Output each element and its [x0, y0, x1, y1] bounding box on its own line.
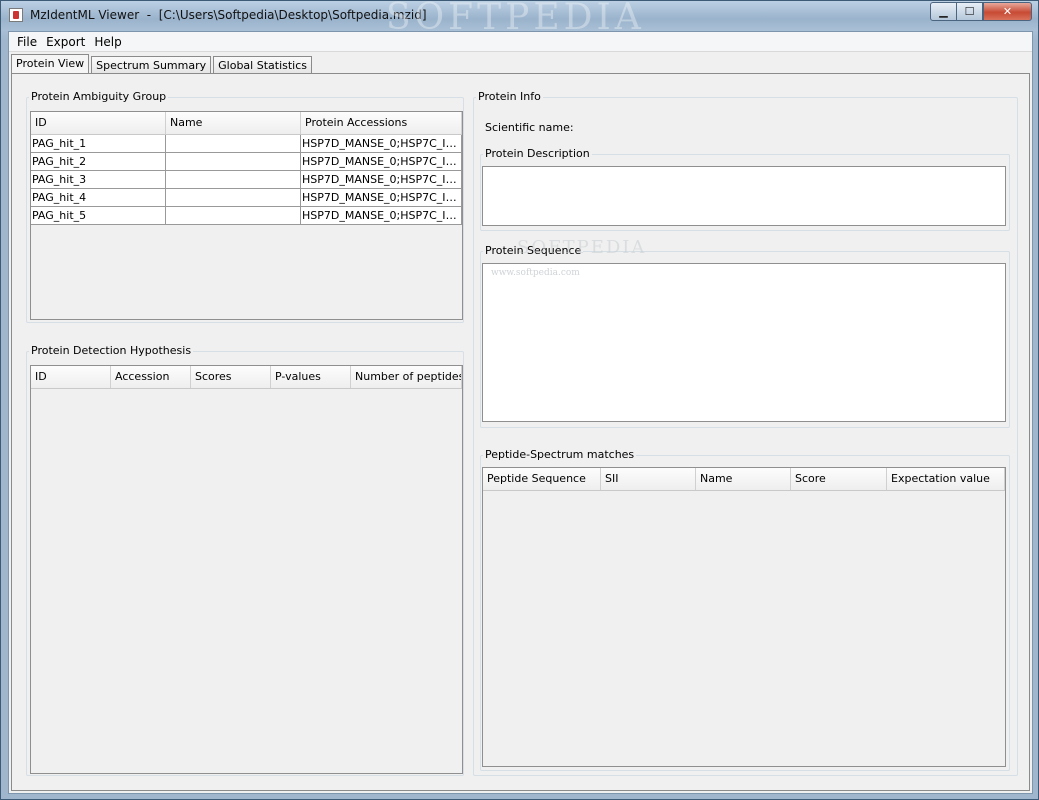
cell-accessions[interactable]: HSP7D_MANSE_0;HSP7C_ICT...	[301, 207, 462, 225]
app-window: MzIdentML Viewer - [C:\Users\Softpedia\D…	[0, 0, 1039, 800]
column-header-sii[interactable]: SII	[601, 468, 696, 490]
column-header-peptide-sequence[interactable]: Peptide Sequence	[483, 468, 601, 490]
protein-sequence-box: Protein Sequence SOFTPEDIA www.softpedia…	[480, 237, 1010, 428]
column-header-scores[interactable]: Scores	[191, 366, 271, 388]
protein-detection-table[interactable]: ID Accession Scores P-values Number of p…	[30, 365, 463, 774]
table-row[interactable]: PAG_hit_2 HSP7D_MANSE_0;HSP7C_ICT...	[31, 153, 462, 171]
cell-id[interactable]: PAG_hit_2	[31, 153, 166, 171]
cell-name[interactable]	[166, 153, 301, 171]
menu-file[interactable]: File	[13, 33, 41, 51]
protein-ambiguity-table[interactable]: ID Name Protein Accessions PAG_hit_1 HSP…	[30, 111, 463, 320]
cell-name[interactable]	[166, 135, 301, 153]
group-title: Protein Info	[476, 90, 543, 104]
cell-id[interactable]: PAG_hit_1	[31, 135, 166, 153]
group-title: Protein Description	[483, 147, 592, 161]
peptide-spectrum-table[interactable]: Peptide Sequence SII Name Score Expectat…	[482, 467, 1006, 767]
protein-description-box: Protein Description	[480, 147, 1010, 231]
table-header: ID Name Protein Accessions	[31, 112, 462, 135]
softpedia-watermark: SOFTPEDIA	[517, 237, 647, 258]
group-title: Peptide-Spectrum matches	[483, 448, 637, 462]
tab-protein-view[interactable]: Protein View	[11, 54, 90, 75]
title-bar[interactable]: MzIdentML Viewer - [C:\Users\Softpedia\D…	[1, 0, 1038, 38]
protein-ambiguity-group-box: Protein Ambiguity Group ID Name Protein …	[26, 90, 464, 323]
column-header-p-values[interactable]: P-values	[271, 366, 351, 388]
table-header: ID Accession Scores P-values Number of p…	[31, 366, 462, 389]
maximize-button[interactable]: ☐	[956, 2, 983, 21]
column-header-number-of-peptides[interactable]: Number of peptides	[351, 366, 462, 388]
tab-strip: Protein View Spectrum Summary Global Sta…	[11, 54, 314, 75]
minimize-button[interactable]: ▁	[930, 2, 957, 21]
cell-id[interactable]: PAG_hit_5	[31, 207, 166, 225]
protein-description-textarea[interactable]	[482, 166, 1006, 226]
column-header-score[interactable]: Score	[791, 468, 887, 490]
column-header-protein-accessions[interactable]: Protein Accessions	[301, 112, 462, 134]
cell-name[interactable]	[166, 189, 301, 207]
peptide-spectrum-matches-box: Peptide-Spectrum matches Peptide Sequenc…	[480, 448, 1010, 771]
cell-accessions[interactable]: HSP7D_MANSE_0;HSP7C_ICT...	[301, 189, 462, 207]
protein-info-box: Protein Info Scientific name: Protein De…	[473, 90, 1018, 776]
column-header-id[interactable]: ID	[31, 112, 166, 134]
table-header: Peptide Sequence SII Name Score Expectat…	[483, 468, 1005, 491]
column-header-accession[interactable]: Accession	[111, 366, 191, 388]
column-header-id[interactable]: ID	[31, 366, 111, 388]
cell-accessions[interactable]: HSP7D_MANSE_0;HSP7C_ICT...	[301, 153, 462, 171]
client-area: File Export Help Protein View Spectrum S…	[8, 31, 1033, 794]
cell-accessions[interactable]: HSP7D_MANSE_0;HSP7C_ICT...	[301, 135, 462, 153]
window-title: MzIdentML Viewer - [C:\Users\Softpedia\D…	[30, 8, 427, 22]
cell-accessions[interactable]: HSP7D_MANSE_0;HSP7C_ICT...	[301, 171, 462, 189]
column-header-expectation-value[interactable]: Expectation value	[887, 468, 1005, 490]
scientific-name-label: Scientific name:	[485, 121, 574, 134]
cell-name[interactable]	[166, 171, 301, 189]
menu-bar: File Export Help	[9, 32, 1032, 52]
cell-id[interactable]: PAG_hit_3	[31, 171, 166, 189]
column-header-name[interactable]: Name	[696, 468, 791, 490]
table-row[interactable]: PAG_hit_4 HSP7D_MANSE_0;HSP7C_ICT...	[31, 189, 462, 207]
protein-detection-hypothesis-box: Protein Detection Hypothesis ID Accessio…	[26, 344, 464, 776]
menu-help[interactable]: Help	[90, 33, 125, 51]
table-row[interactable]: PAG_hit_5 HSP7D_MANSE_0;HSP7C_ICT...	[31, 207, 462, 225]
table-row[interactable]: PAG_hit_1 HSP7D_MANSE_0;HSP7C_ICT...	[31, 135, 462, 153]
protein-view-panel: Protein Ambiguity Group ID Name Protein …	[11, 73, 1030, 791]
group-title: Protein Detection Hypothesis	[29, 344, 194, 358]
cell-id[interactable]: PAG_hit_4	[31, 189, 166, 207]
softpedia-url-watermark: www.softpedia.com	[491, 268, 580, 278]
column-header-name[interactable]: Name	[166, 112, 301, 134]
menu-export[interactable]: Export	[42, 33, 89, 51]
table-row[interactable]: PAG_hit_3 HSP7D_MANSE_0;HSP7C_ICT...	[31, 171, 462, 189]
close-button[interactable]: ✕	[983, 2, 1032, 21]
protein-sequence-textarea[interactable]: www.softpedia.com	[482, 263, 1006, 422]
cell-name[interactable]	[166, 207, 301, 225]
java-app-icon[interactable]	[9, 8, 23, 22]
group-title: Protein Ambiguity Group	[29, 90, 169, 104]
